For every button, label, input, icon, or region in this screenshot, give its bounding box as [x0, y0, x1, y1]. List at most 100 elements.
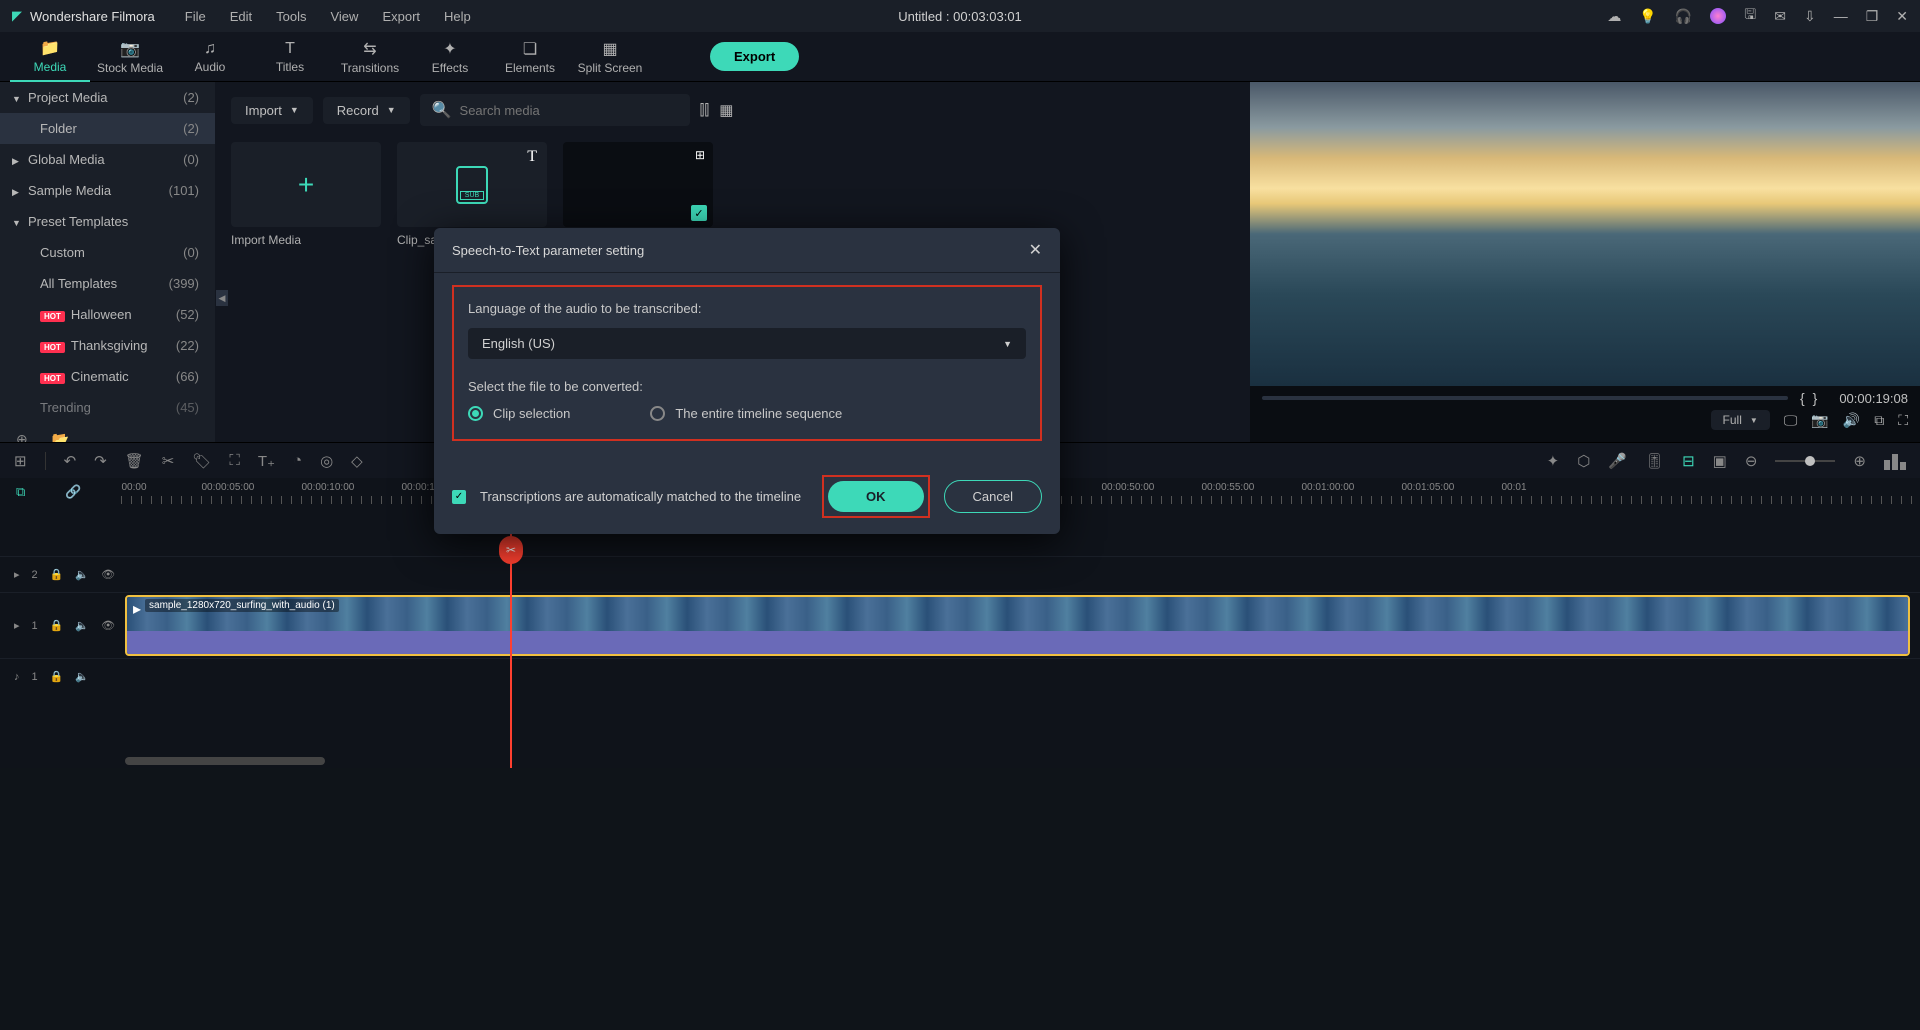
cancel-button[interactable]: Cancel	[944, 480, 1042, 513]
mute-icon[interactable]: 🔈	[75, 568, 89, 581]
zoom-slider[interactable]	[1775, 460, 1835, 462]
sidebar-item-project-media[interactable]: ▼Project Media (2)	[0, 82, 215, 113]
text-tool-icon[interactable]: T₊	[258, 452, 275, 470]
sparkle-icon[interactable]: ✦	[1547, 452, 1560, 470]
ok-button[interactable]: OK	[828, 481, 924, 512]
close-dialog-icon[interactable]: ✕	[1029, 240, 1042, 260]
lock-icon[interactable]: 🔒	[50, 619, 64, 632]
scroll-thumb[interactable]	[125, 757, 325, 765]
sidebar-item-halloween[interactable]: HOTHalloween (52)	[0, 299, 215, 330]
track-body[interactable]: ▸ sample_1280x720_surfing_with_audio (1)	[125, 593, 1920, 658]
save-icon[interactable]: 🖫	[1744, 4, 1756, 28]
language-select[interactable]: English (US) ▼	[468, 328, 1026, 359]
menu-edit[interactable]: Edit	[230, 9, 252, 24]
sidebar-item-all-templates[interactable]: All Templates (399)	[0, 268, 215, 299]
speed-icon[interactable]: ◔	[293, 452, 302, 469]
sidebar-item-preset-templates[interactable]: ▼Preset Templates	[0, 206, 215, 237]
zoom-in-icon[interactable]: ⊕	[1853, 452, 1866, 470]
sidebar-item-sample-media[interactable]: ▶Sample Media (101)	[0, 175, 215, 206]
menu-file[interactable]: File	[185, 9, 206, 24]
bulb-icon[interactable]: 💡	[1639, 8, 1656, 25]
volume-icon[interactable]: 🔊	[1843, 412, 1860, 429]
mark-out-icon[interactable]: }	[1813, 390, 1818, 406]
mark-in-icon[interactable]: {	[1800, 390, 1805, 406]
sidebar-item-folder[interactable]: Folder (2)	[0, 113, 215, 144]
menu-help[interactable]: Help	[444, 9, 471, 24]
maximize-icon[interactable]: ❐	[1866, 8, 1879, 25]
pip-icon[interactable]: ⧉	[1874, 412, 1884, 429]
tab-stock-media[interactable]: 📷 Stock Media	[90, 32, 170, 82]
tab-media[interactable]: 📁 Media	[10, 32, 90, 82]
import-dropdown[interactable]: Import ▼	[231, 97, 313, 124]
tab-split-screen[interactable]: ▦ Split Screen	[570, 32, 650, 82]
sidebar-item-custom[interactable]: Custom (0)	[0, 237, 215, 268]
sidebar-item-trending[interactable]: Trending (45)	[0, 392, 215, 423]
redo-icon[interactable]: ↷	[94, 452, 107, 470]
close-window-icon[interactable]: ✕	[1896, 8, 1908, 25]
timeline-clip[interactable]: ▸ sample_1280x720_surfing_with_audio (1)	[125, 595, 1910, 656]
cloud-icon[interactable]: ☁	[1607, 8, 1621, 25]
track-body[interactable]	[125, 557, 1920, 592]
record-dropdown[interactable]: Record ▼	[323, 97, 410, 124]
export-button[interactable]: Export	[710, 42, 799, 71]
open-folder-icon[interactable]: 📂	[52, 431, 69, 442]
mic-icon[interactable]: 🎤	[1608, 452, 1627, 470]
tab-titles[interactable]: T Titles	[250, 32, 330, 82]
timeline-sync-icon[interactable]: ⧉	[16, 484, 25, 500]
radio-entire-timeline[interactable]: The entire timeline sequence	[650, 406, 842, 421]
link-icon[interactable]: 🔗	[65, 484, 81, 500]
auto-icon[interactable]: ⊟	[1682, 452, 1695, 470]
playhead-handle-icon[interactable]: ✂	[499, 536, 523, 564]
preview-video[interactable]	[1250, 82, 1920, 386]
marker-icon[interactable]: ⬡	[1577, 452, 1590, 470]
snapshot-icon[interactable]: 📷	[1811, 412, 1828, 429]
mute-icon[interactable]: 🔈	[75, 619, 89, 632]
render-icon[interactable]: ▣	[1713, 452, 1727, 470]
color-icon[interactable]: ◎	[320, 452, 333, 470]
download-icon[interactable]: ⇩	[1804, 8, 1816, 25]
grid-icon[interactable]: ⊞	[14, 452, 27, 470]
tab-transitions[interactable]: ⇆ Transitions	[330, 32, 410, 82]
sidebar-item-cinematic[interactable]: HOTCinematic (66)	[0, 361, 215, 392]
cut-icon[interactable]: ✂	[162, 452, 175, 470]
support-icon[interactable]: 🎧	[1675, 8, 1692, 25]
checkbox-checked-icon[interactable]: ✓	[452, 490, 466, 504]
search-input[interactable]	[460, 103, 678, 118]
tag-icon[interactable]: 🏷	[192, 452, 211, 470]
radio-clip-selection[interactable]: Clip selection	[468, 406, 570, 421]
menu-tools[interactable]: Tools	[276, 9, 306, 24]
lock-icon[interactable]: 🔒	[50, 670, 64, 683]
menu-view[interactable]: View	[330, 9, 358, 24]
track-body[interactable]	[125, 659, 1920, 694]
menu-export[interactable]: Export	[382, 9, 420, 24]
keyframe-icon[interactable]: ◇	[351, 452, 363, 470]
mute-icon[interactable]: 🔈	[75, 670, 89, 683]
minimize-icon[interactable]: —	[1834, 8, 1848, 24]
media-import-tile[interactable]: + Import Media	[231, 142, 381, 247]
profile-avatar[interactable]	[1710, 8, 1726, 24]
search-media-field[interactable]: 🔍	[420, 94, 690, 126]
sidebar-collapse-handle[interactable]: ◀	[216, 290, 228, 306]
timeline-scrollbar[interactable]	[0, 754, 1920, 768]
sidebar-item-global-media[interactable]: ▶Global Media (0)	[0, 144, 215, 175]
visibility-icon[interactable]: 👁	[101, 619, 115, 632]
lock-icon[interactable]: 🔒	[50, 568, 64, 581]
tab-effects[interactable]: ✦ Effects	[410, 32, 490, 82]
preview-scrubber[interactable]	[1262, 396, 1788, 400]
zoom-select[interactable]: Full ▼	[1711, 410, 1770, 430]
visibility-icon[interactable]: 👁	[101, 568, 115, 581]
grid-view-icon[interactable]: ▦	[719, 101, 733, 119]
fullscreen-icon[interactable]: ⛶	[1898, 412, 1908, 429]
tab-audio[interactable]: ♫ Audio	[170, 32, 250, 82]
tab-elements[interactable]: ❏ Elements	[490, 32, 570, 82]
zoom-out-icon[interactable]: ⊖	[1745, 452, 1758, 470]
delete-icon[interactable]: 🗑	[125, 452, 144, 470]
audio-mixer-icon[interactable]: 🎚	[1645, 452, 1664, 470]
sidebar-item-thanksgiving[interactable]: HOTThanksgiving (22)	[0, 330, 215, 361]
display-icon[interactable]: 🖵	[1784, 412, 1798, 429]
mail-icon[interactable]: ✉	[1774, 8, 1786, 25]
crop-icon[interactable]: ⛶	[229, 452, 240, 469]
filter-icon[interactable]: ⫿⫿	[700, 102, 710, 119]
undo-icon[interactable]: ↶	[64, 452, 77, 470]
new-folder-icon[interactable]: ⊕	[16, 431, 28, 442]
